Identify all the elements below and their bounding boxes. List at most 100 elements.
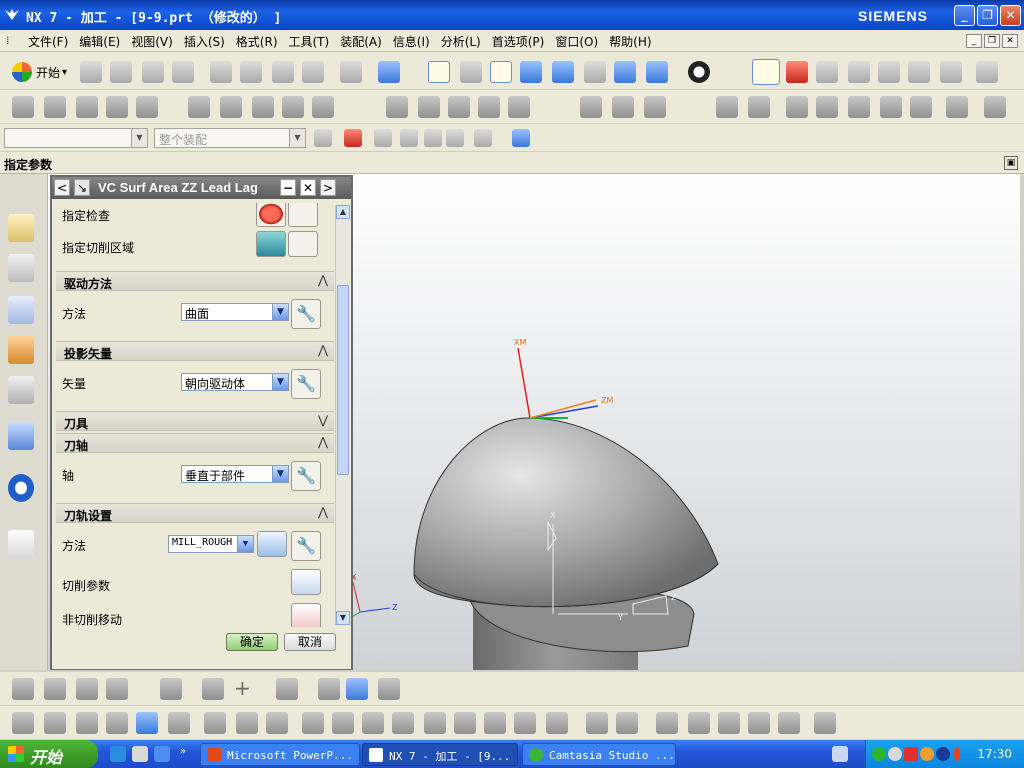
delete-face-icon[interactable]: [616, 712, 638, 734]
menu-help[interactable]: 帮助(H): [609, 33, 651, 50]
assembly-constraints-icon[interactable]: [12, 712, 34, 734]
create-operation-icon[interactable]: [136, 96, 158, 118]
snap-center-icon[interactable]: [424, 129, 442, 147]
specify-cut-area-button[interactable]: [256, 231, 286, 257]
view-section-icon[interactable]: [814, 712, 836, 734]
snap-midpoint-icon[interactable]: [400, 129, 418, 147]
perspective-icon[interactable]: [614, 61, 636, 83]
delete-icon[interactable]: [302, 61, 324, 83]
delete-object-icon[interactable]: [984, 96, 1006, 118]
paste-object-icon[interactable]: [816, 96, 838, 118]
taskbar-item-nx[interactable]: NX 7 - 加工 - [9...: [362, 743, 518, 766]
pattern-icon[interactable]: [318, 678, 340, 700]
minimize-button[interactable]: _: [954, 5, 975, 26]
selection-filter-icon[interactable]: [940, 61, 962, 83]
wireframe-icon[interactable]: [656, 712, 678, 734]
scroll-down-icon[interactable]: ▼: [336, 611, 350, 625]
snap-endpoint-icon[interactable]: [374, 129, 392, 147]
maximize-button[interactable]: ❐: [977, 5, 998, 26]
tray-alert-icon[interactable]: [954, 747, 960, 761]
postprocess-toolpath-icon[interactable]: [580, 96, 602, 118]
machining-method-view-icon[interactable]: [282, 96, 304, 118]
specify-check-button[interactable]: [256, 203, 286, 227]
mirror-assembly-icon[interactable]: [106, 712, 128, 734]
machine-tool-view-icon[interactable]: [220, 96, 242, 118]
hidden-edges-icon[interactable]: [688, 712, 710, 734]
postprocess-icon[interactable]: [878, 61, 900, 83]
keyboard-icon[interactable]: [832, 746, 848, 762]
select-body-icon[interactable]: [512, 129, 530, 147]
dialog-menu-icon[interactable]: ↘: [74, 179, 90, 196]
quicklaunch-more-icon[interactable]: »: [180, 746, 186, 757]
dialog-next-button[interactable]: >: [320, 179, 336, 196]
boolean-icon[interactable]: [346, 678, 368, 700]
draft-icon[interactable]: [514, 712, 536, 734]
reposition-component-icon[interactable]: [136, 712, 158, 734]
chamfer-icon[interactable]: [202, 678, 224, 700]
workpiece-icon[interactable]: [946, 96, 968, 118]
wave-link-icon[interactable]: [204, 712, 226, 734]
menu-information[interactable]: 信息(I): [393, 33, 430, 50]
create-method-button[interactable]: [257, 531, 287, 557]
output-cls-icon[interactable]: [612, 96, 634, 118]
start-menu-button[interactable]: 开始 ▾: [12, 61, 67, 83]
edit-drive-method-wrench-icon[interactable]: 🔧: [291, 299, 321, 329]
layer-icon[interactable]: [778, 712, 800, 734]
history-tab-icon[interactable]: [8, 376, 34, 404]
non-cut-moves-button[interactable]: [291, 603, 321, 627]
explorer-quicklaunch-icon[interactable]: [132, 746, 148, 762]
move-face-icon[interactable]: [586, 712, 608, 734]
new-file-icon[interactable]: [80, 61, 102, 83]
fit-view-icon[interactable]: [428, 61, 450, 83]
shell-icon[interactable]: [378, 678, 400, 700]
new-component-icon[interactable]: [76, 712, 98, 734]
trim-body-icon[interactable]: [302, 712, 324, 734]
palette-tab-icon[interactable]: [8, 336, 34, 364]
ie-quicklaunch-icon[interactable]: [110, 746, 126, 762]
blend-icon[interactable]: [160, 678, 182, 700]
copy-object-icon[interactable]: [786, 96, 808, 118]
info-tab-icon[interactable]: [8, 474, 34, 502]
thicken-icon[interactable]: [546, 712, 568, 734]
tool-axis-group-header[interactable]: 刀轴 ⋀: [56, 433, 334, 453]
information-icon[interactable]: [378, 61, 400, 83]
mdi-close-button[interactable]: ✕: [1002, 34, 1018, 48]
assembly-scope-combo[interactable]: 整个装配 ▼: [154, 128, 306, 148]
menu-window[interactable]: 窗口(O): [555, 33, 598, 50]
menu-edit[interactable]: 编辑(E): [79, 33, 120, 50]
program-order-view-icon[interactable]: [188, 96, 210, 118]
tool-group-header[interactable]: 刀具 ⋁: [56, 411, 334, 431]
copy-icon[interactable]: [240, 61, 262, 83]
projection-vector-select[interactable]: 朝向驱动体 ▼: [181, 373, 289, 391]
intersect-icon[interactable]: [424, 712, 446, 734]
verify-path-icon[interactable]: [848, 61, 870, 83]
object-info-icon[interactable]: [910, 96, 932, 118]
save-icon[interactable]: [142, 61, 164, 83]
dialog-close-button[interactable]: ✕: [300, 179, 316, 196]
paste-icon[interactable]: [272, 61, 294, 83]
shaded-view-icon[interactable]: [646, 61, 668, 83]
zoom-in-out-icon[interactable]: [520, 61, 542, 83]
datum-plane-icon[interactable]: [276, 678, 298, 700]
mdi-minimize-button[interactable]: _: [966, 34, 982, 48]
edit-method-wrench-icon[interactable]: 🔧: [291, 531, 321, 561]
split-body-icon[interactable]: [332, 712, 354, 734]
menu-file[interactable]: 文件(F): [28, 33, 68, 50]
dialog-collapse-button[interactable]: −: [280, 179, 296, 196]
pan-icon[interactable]: [584, 61, 606, 83]
verify-toolpath-icon[interactable]: [478, 96, 500, 118]
web-browser-tab-icon[interactable]: [8, 530, 34, 558]
subtract-icon[interactable]: [392, 712, 414, 734]
extrude-icon[interactable]: [44, 678, 66, 700]
create-tool-icon[interactable]: [44, 96, 66, 118]
geometry-view-icon[interactable]: [252, 96, 274, 118]
tray-recording-icon[interactable]: [936, 747, 950, 761]
drive-method-select[interactable]: 曲面 ▼: [181, 303, 289, 321]
transform-object-icon[interactable]: [848, 96, 870, 118]
windows-start-button[interactable]: 开始: [0, 740, 98, 768]
drive-method-group-header[interactable]: 驱动方法 ⋀: [56, 271, 334, 291]
taskbar-item-camtasia[interactable]: Camtasia Studio ...: [522, 743, 676, 766]
dialog-scrollbar[interactable]: ▲ ▼: [335, 205, 350, 625]
cut-icon[interactable]: [210, 61, 232, 83]
zoom-window-icon[interactable]: [460, 61, 482, 83]
